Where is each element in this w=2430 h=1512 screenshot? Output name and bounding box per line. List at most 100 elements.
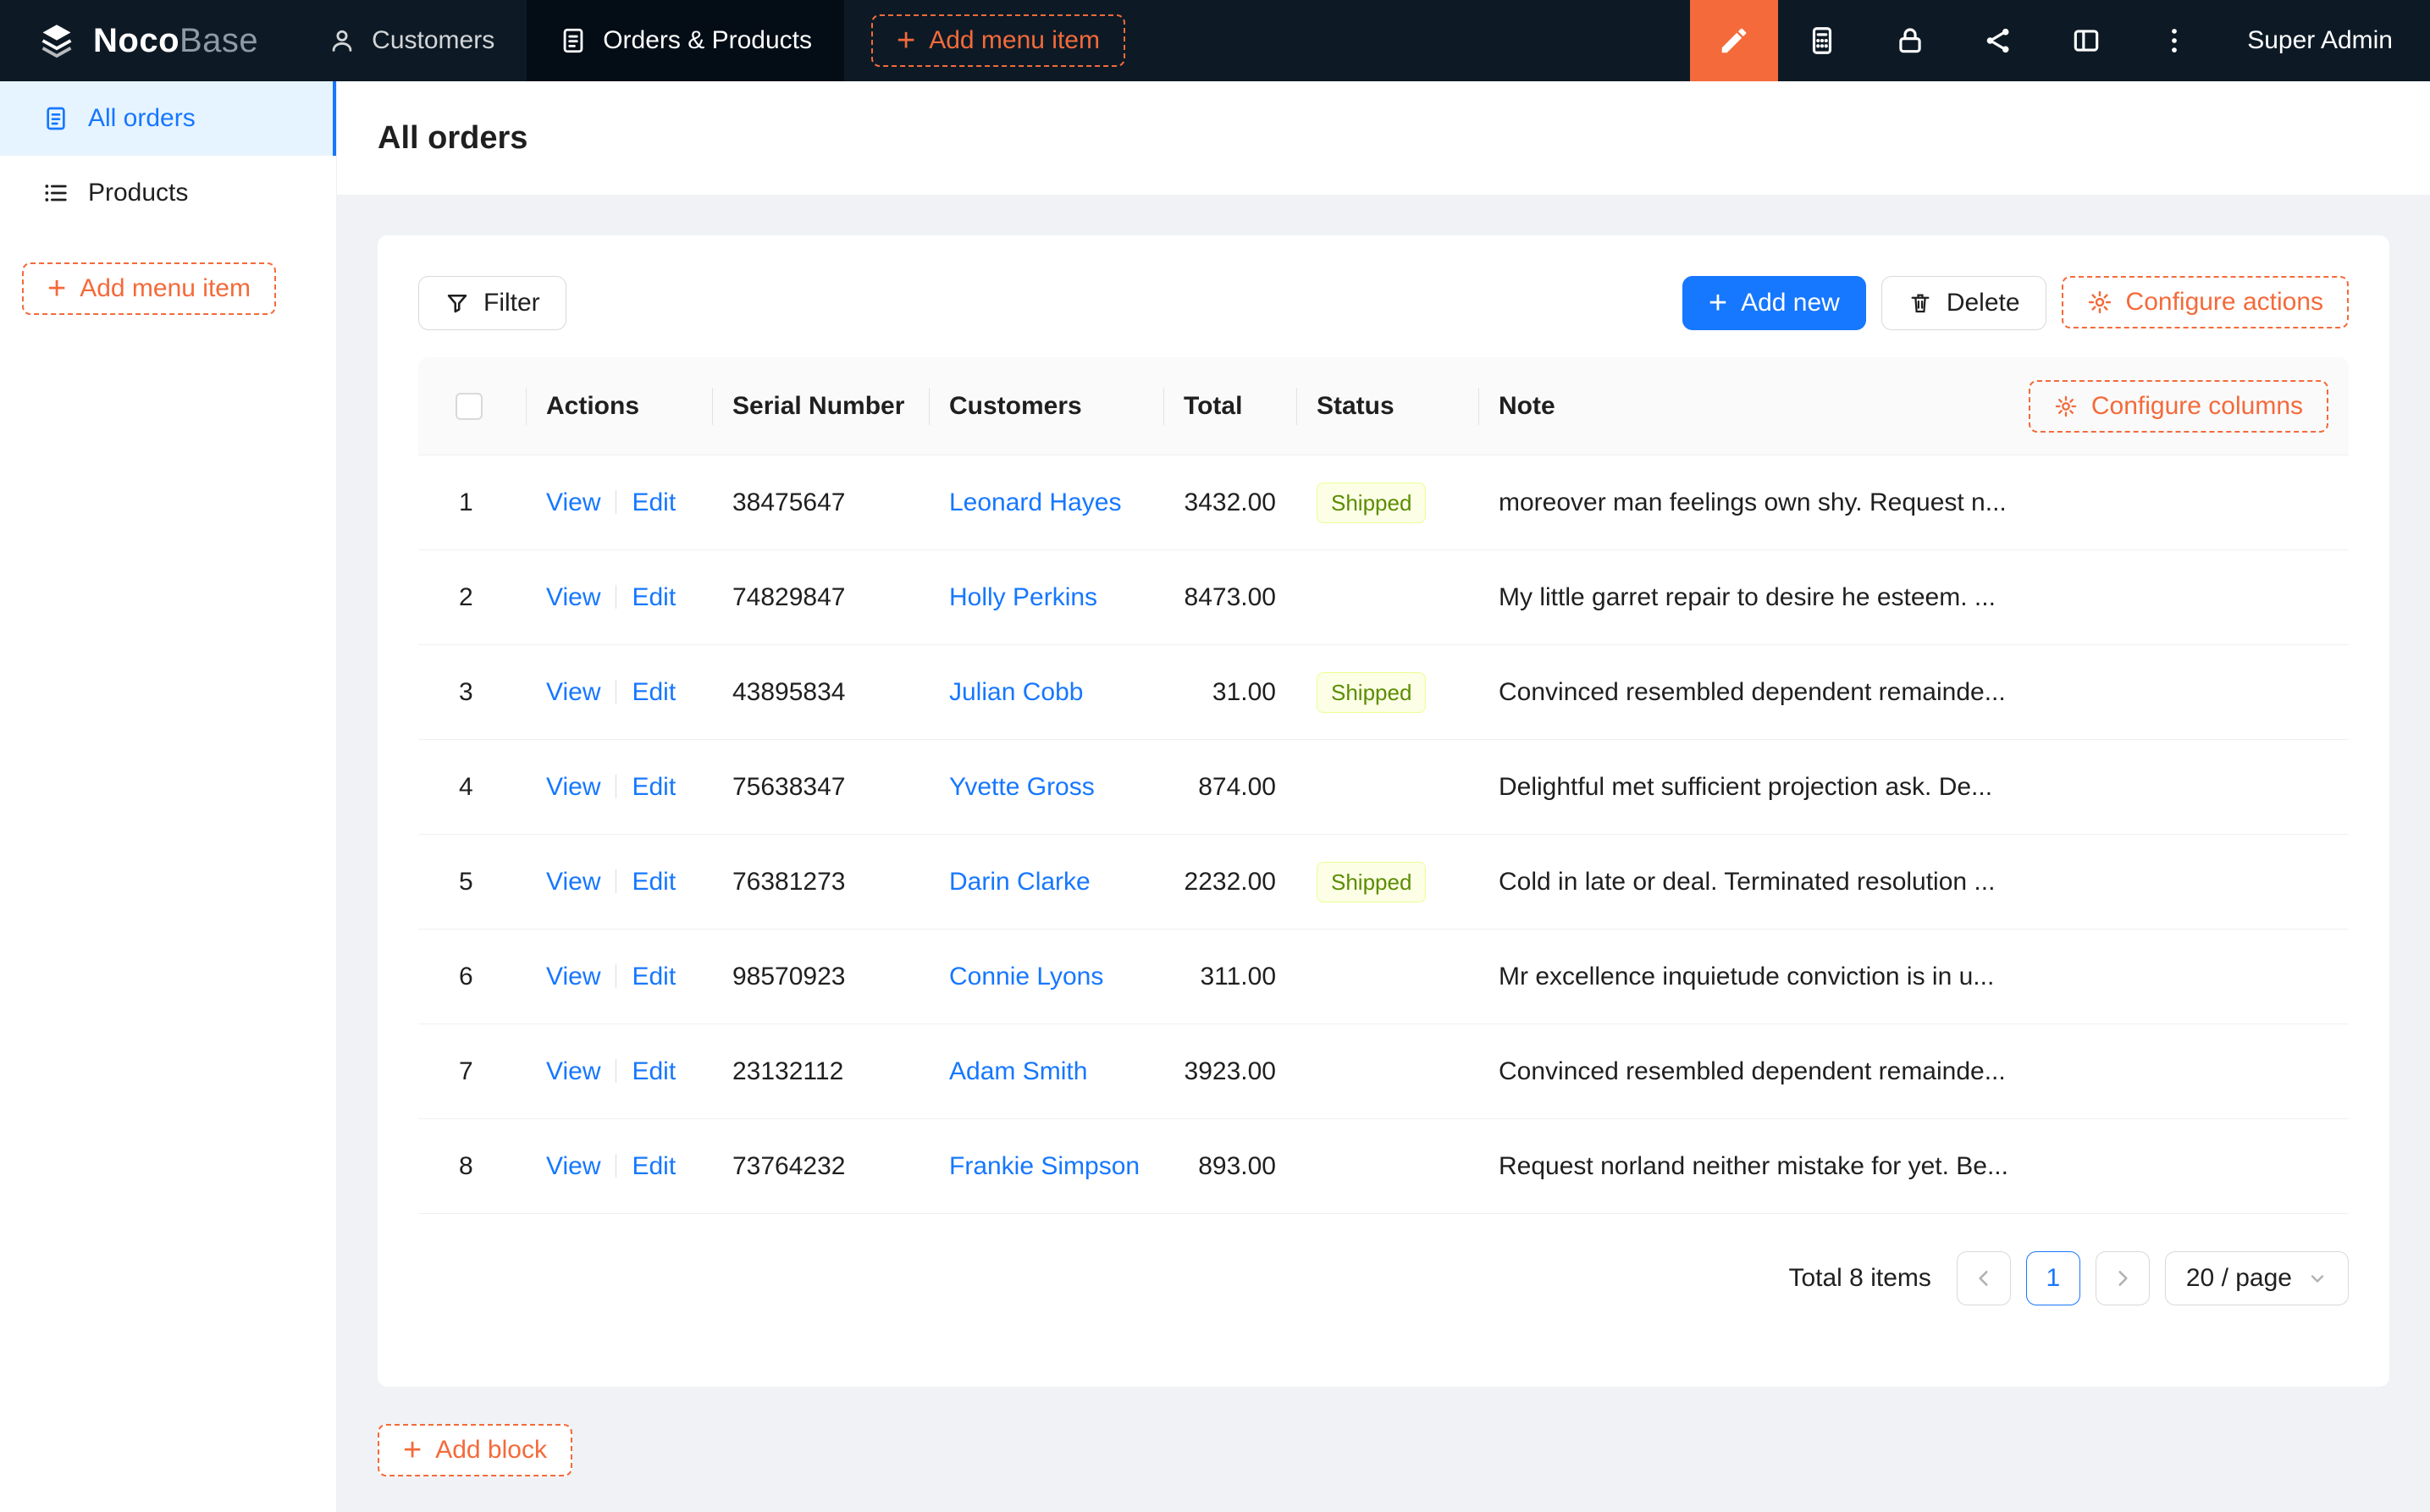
row-index: 4 — [418, 773, 526, 802]
pagination-prev-button[interactable] — [1957, 1251, 2011, 1305]
page-title: All orders — [378, 120, 527, 157]
sidebar-item-products[interactable]: Products — [0, 156, 336, 230]
tab-label: Orders & Products — [603, 26, 812, 55]
edit-link[interactable]: Edit — [632, 583, 676, 611]
page-content: Filter + Add new Delete — [337, 195, 2430, 1512]
customer-link[interactable]: Frankie Simpson — [949, 1152, 1140, 1180]
table-row: 7 ViewEdit 23132112 Adam Smith 3923.00 C… — [418, 1024, 2349, 1119]
table-row: 5 ViewEdit 76381273 Darin Clarke 2232.00… — [418, 835, 2349, 930]
page-header: All orders — [337, 81, 2430, 195]
lock-button[interactable] — [1866, 0, 1954, 81]
view-link[interactable]: View — [546, 488, 600, 516]
customer-link[interactable]: Julian Cobb — [949, 678, 1083, 706]
view-link[interactable]: View — [546, 583, 600, 611]
api-icon — [1982, 25, 2014, 57]
customer-cell: Adam Smith — [929, 1057, 1163, 1086]
status-cell: Shipped — [1296, 862, 1478, 902]
gear-icon — [2087, 290, 2112, 315]
table-row: 8 ViewEdit 73764232 Frankie Simpson 893.… — [418, 1119, 2349, 1214]
highlighter-icon — [1718, 25, 1750, 57]
view-link[interactable]: View — [546, 1152, 600, 1180]
view-link[interactable]: View — [546, 963, 600, 991]
filter-icon — [445, 290, 470, 316]
edit-link[interactable]: Edit — [632, 773, 676, 801]
total-cell: 31.00 — [1163, 678, 1296, 707]
api-button[interactable] — [1954, 0, 2042, 81]
list-icon — [42, 179, 69, 207]
note-cell: Cold in late or deal. Terminated resolut… — [1478, 868, 2349, 897]
serial-number-cell: 38475647 — [712, 488, 929, 517]
note-cell: Request norland neither mistake for yet.… — [1478, 1152, 2349, 1181]
main-area: All orders Filter + Add new — [337, 81, 2430, 1512]
user-menu[interactable]: Super Admin — [2218, 26, 2430, 55]
row-actions-cell: View Edit — [526, 1057, 712, 1086]
header-add-menu-item-button[interactable]: + Add menu item — [871, 14, 1125, 67]
column-header-customers: Customers — [929, 357, 1163, 455]
table-toolbar: Filter + Add new Delete — [418, 276, 2349, 330]
edit-link[interactable]: Edit — [632, 678, 676, 706]
edit-link[interactable]: Edit — [632, 868, 676, 896]
configure-columns-button[interactable]: Configure columns — [2029, 380, 2328, 433]
customer-link[interactable]: Leonard Hayes — [949, 488, 1121, 516]
edit-link[interactable]: Edit — [632, 1057, 676, 1085]
delete-button[interactable]: Delete — [1881, 276, 2046, 330]
row-actions-cell: View Edit — [526, 678, 712, 707]
customer-link[interactable]: Holly Perkins — [949, 583, 1097, 611]
add-new-button[interactable]: + Add new — [1682, 276, 1866, 330]
serial-number-cell: 43895834 — [712, 678, 929, 707]
sidebar-item-all-orders[interactable]: All orders — [0, 81, 336, 156]
customer-link[interactable]: Darin Clarke — [949, 868, 1091, 896]
calculator-button[interactable] — [1778, 0, 1866, 81]
edit-link[interactable]: Edit — [632, 488, 676, 516]
column-header-total: Total — [1163, 357, 1296, 455]
customer-link[interactable]: Yvette Gross — [949, 773, 1095, 801]
layout-button[interactable] — [2042, 0, 2130, 81]
customer-cell: Yvette Gross — [929, 773, 1163, 802]
nocobase-logo[interactable]: NocoBase — [0, 0, 295, 81]
chevron-down-icon — [2307, 1268, 2328, 1289]
calculator-icon — [1806, 25, 1838, 57]
row-actions-cell: View Edit — [526, 868, 712, 897]
page-size-select[interactable]: 20 / page — [2165, 1251, 2349, 1305]
filter-button[interactable]: Filter — [418, 276, 566, 330]
customer-cell: Julian Cobb — [929, 678, 1163, 707]
customer-link[interactable]: Connie Lyons — [949, 963, 1103, 991]
pagination-page-1[interactable]: 1 — [2026, 1251, 2080, 1305]
view-link[interactable]: View — [546, 1057, 600, 1085]
view-link[interactable]: View — [546, 678, 600, 706]
column-header-serial-number: Serial Number — [712, 357, 929, 455]
tab-orders-products[interactable]: Orders & Products — [527, 0, 844, 81]
select-all-checkbox[interactable] — [456, 393, 483, 420]
configure-actions-button[interactable]: Configure actions — [2062, 276, 2349, 328]
customer-cell: Leonard Hayes — [929, 488, 1163, 517]
tab-customers[interactable]: Customers — [295, 0, 527, 81]
table-row: 3 ViewEdit 43895834 Julian Cobb 31.00 Sh… — [418, 645, 2349, 740]
orders-table-block: Filter + Add new Delete — [378, 235, 2389, 1387]
total-cell: 874.00 — [1163, 773, 1296, 802]
sidebar-item-label: All orders — [88, 104, 196, 133]
top-header: NocoBase Customers Orders & Products + A… — [0, 0, 2430, 81]
column-header-status: Status — [1296, 357, 1478, 455]
edit-link[interactable]: Edit — [632, 1152, 676, 1180]
chevron-left-icon — [1973, 1267, 1995, 1289]
edit-link[interactable]: Edit — [632, 963, 676, 991]
serial-number-cell: 23132112 — [712, 1057, 929, 1086]
logo-text: NocoBase — [93, 22, 258, 60]
view-link[interactable]: View — [546, 868, 600, 896]
view-link[interactable]: View — [546, 773, 600, 801]
more-button[interactable] — [2130, 0, 2218, 81]
header-right-actions: Super Admin — [1690, 0, 2430, 81]
serial-number-cell: 98570923 — [712, 963, 929, 991]
pagination-next-button[interactable] — [2096, 1251, 2150, 1305]
table-row: 2 ViewEdit 74829847 Holly Perkins 8473.0… — [418, 550, 2349, 645]
status-tag: Shipped — [1317, 483, 1426, 523]
row-actions-cell: View Edit — [526, 488, 712, 517]
ui-editor-button[interactable] — [1690, 0, 1778, 81]
gear-icon — [2054, 395, 2078, 418]
customer-link[interactable]: Adam Smith — [949, 1057, 1087, 1085]
serial-number-cell: 75638347 — [712, 773, 929, 802]
customer-cell: Darin Clarke — [929, 868, 1163, 897]
add-block-button[interactable]: + Add block — [378, 1424, 572, 1476]
sidebar-add-menu-item-button[interactable]: + Add menu item — [22, 262, 276, 315]
row-index: 6 — [418, 963, 526, 991]
